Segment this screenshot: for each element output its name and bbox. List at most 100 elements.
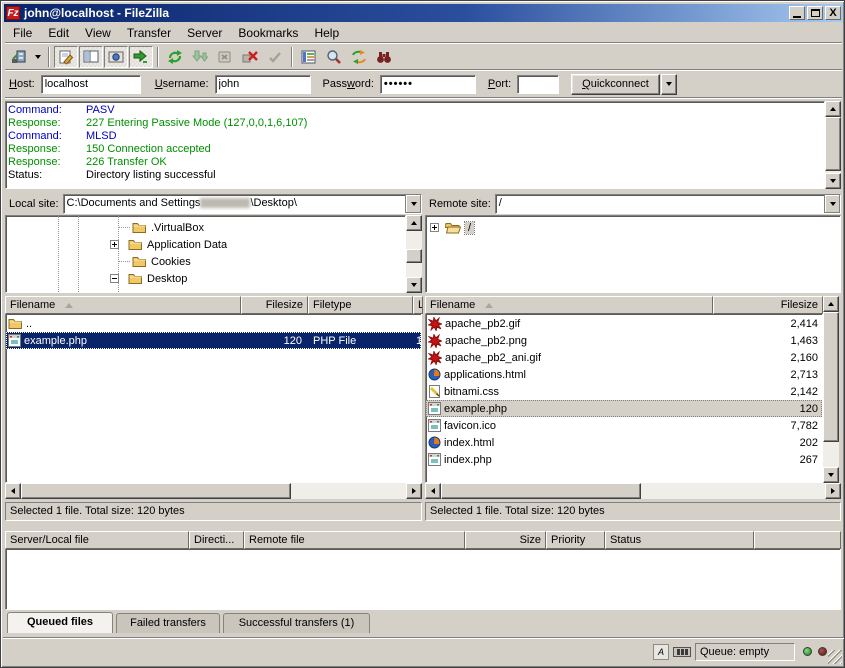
remote-file-row[interactable]: favicon.ico 7,782	[426, 417, 822, 434]
log-scrollbar[interactable]	[825, 101, 841, 189]
menu-view[interactable]: View	[77, 24, 119, 42]
scroll-right-button[interactable]	[406, 483, 422, 499]
menu-bookmarks[interactable]: Bookmarks	[230, 24, 306, 42]
remote-site-dropdown-button[interactable]	[824, 195, 840, 213]
queue-column-status[interactable]: Status	[605, 531, 754, 549]
synchronized-browsing-button[interactable]	[347, 46, 371, 68]
remote-list-scrollbar[interactable]	[823, 296, 839, 483]
process-queue-button[interactable]	[188, 46, 212, 68]
local-site-dropdown-button[interactable]	[405, 195, 421, 213]
remote-file-row[interactable]: apache_pb2_ani.gif 2,160	[426, 349, 822, 366]
queue-column-direction[interactable]: Directi...	[189, 531, 244, 549]
scroll-thumb[interactable]	[406, 249, 422, 263]
scroll-up-button[interactable]	[406, 215, 422, 231]
remote-column-filesize[interactable]: Filesize	[713, 296, 823, 314]
remote-file-row[interactable]: apache_pb2.png 1,463	[426, 332, 822, 349]
remote-column-filename[interactable]: Filename	[425, 296, 713, 314]
scroll-track[interactable]	[291, 483, 406, 499]
local-column-filesize[interactable]: Filesize	[241, 296, 308, 314]
menu-transfer[interactable]: Transfer	[119, 24, 179, 42]
queue-column-priority[interactable]: Priority	[546, 531, 605, 549]
tree-item-virtualbox[interactable]: .VirtualBox	[114, 219, 204, 236]
tree-item-application-data[interactable]: Application Data	[110, 236, 227, 253]
scroll-track[interactable]	[641, 483, 825, 499]
scroll-thumb[interactable]	[21, 483, 291, 499]
scroll-thumb[interactable]	[441, 483, 641, 499]
remote-file-row[interactable]: applications.html 2,713	[426, 366, 822, 383]
find-files-button[interactable]	[372, 46, 396, 68]
quickconnect-button[interactable]: Quickconnect	[571, 74, 660, 95]
local-column-lastmodified[interactable]: L	[413, 296, 423, 314]
quickconnect-dropdown-button[interactable]	[661, 74, 677, 95]
local-column-filename[interactable]: Filename	[5, 296, 241, 314]
remote-file-row[interactable]: apache_pb2.gif 2,414	[426, 315, 822, 332]
resize-grip[interactable]	[828, 650, 842, 664]
toggle-transfer-queue-button[interactable]	[104, 46, 128, 68]
local-list-hscrollbar[interactable]	[5, 483, 422, 499]
tree-item-cookies[interactable]: Cookies	[114, 253, 191, 270]
expand-icon[interactable]	[430, 223, 439, 232]
local-file-list[interactable]: .. example.php 120 PHP File 1	[5, 314, 422, 483]
scroll-thumb[interactable]	[823, 312, 839, 442]
close-button[interactable]: X	[825, 6, 841, 20]
expand-icon[interactable]	[110, 240, 119, 249]
site-manager-dropdown-button[interactable]	[32, 46, 44, 68]
local-column-filetype[interactable]: Filetype	[308, 296, 413, 314]
maximize-button[interactable]	[807, 6, 823, 20]
remote-file-list[interactable]: apache_pb2.gif 2,414 apache_pb2.png 1,46…	[425, 314, 823, 483]
local-file-row-parent[interactable]: ..	[6, 315, 421, 332]
collapse-icon[interactable]	[110, 274, 119, 283]
directory-comparison-button[interactable]	[322, 46, 346, 68]
menu-file[interactable]: File	[5, 24, 40, 42]
toggle-message-log-button[interactable]	[54, 46, 78, 68]
remote-file-row-selected[interactable]: example.php 120	[426, 400, 822, 417]
host-input[interactable]	[41, 75, 141, 94]
scroll-down-button[interactable]	[406, 277, 422, 293]
local-tree-scrollbar[interactable]	[406, 215, 422, 293]
title-bar[interactable]: Fz john@localhost - FileZilla X	[4, 4, 843, 22]
remote-list-hscrollbar[interactable]	[425, 483, 841, 499]
cancel-operation-button[interactable]	[213, 46, 237, 68]
remote-file-row[interactable]: index.html 202	[426, 434, 822, 451]
scroll-thumb[interactable]	[825, 117, 841, 171]
toggle-directory-trees-button[interactable]	[79, 46, 103, 68]
minimize-button[interactable]	[789, 6, 805, 20]
remote-directory-tree[interactable]: /	[425, 215, 841, 293]
directory-listing-filters-button[interactable]	[297, 46, 321, 68]
tree-item-root[interactable]: /	[430, 219, 474, 236]
scroll-right-button[interactable]	[825, 483, 841, 499]
site-manager-button[interactable]	[7, 46, 31, 68]
remote-file-row[interactable]: index.php 267	[426, 451, 822, 468]
disconnect-button[interactable]	[238, 46, 262, 68]
queue-list[interactable]	[5, 549, 841, 610]
queue-column-size[interactable]: Size	[465, 531, 546, 549]
queue-column-remote-file[interactable]: Remote file	[244, 531, 465, 549]
speed-limit-icon[interactable]	[673, 647, 691, 657]
refresh-button[interactable]	[163, 46, 187, 68]
transfer-type-indicator-icon[interactable]: A	[653, 644, 669, 660]
queue-column-server-local-file[interactable]: Server/Local file	[5, 531, 189, 549]
username-input[interactable]	[215, 75, 311, 94]
remote-site-combo[interactable]: /	[495, 194, 841, 214]
tab-queued-files[interactable]: Queued files	[7, 612, 113, 633]
menu-help[interactable]: Help	[306, 24, 347, 42]
reconnect-button[interactable]	[263, 46, 287, 68]
tab-failed-transfers[interactable]: Failed transfers	[116, 613, 220, 633]
scroll-up-button[interactable]	[823, 296, 839, 312]
tab-successful-transfers[interactable]: Successful transfers (1)	[223, 613, 370, 633]
scroll-down-button[interactable]	[825, 173, 841, 189]
port-input[interactable]	[517, 75, 559, 94]
remote-file-row[interactable]: bitnami.css 2,142	[426, 383, 822, 400]
menu-server[interactable]: Server	[179, 24, 230, 42]
scroll-left-button[interactable]	[5, 483, 21, 499]
menu-edit[interactable]: Edit	[40, 24, 77, 42]
toggle-local-remote-panes-button[interactable]	[129, 46, 153, 68]
local-site-combo[interactable]: C:\Documents and Settings\Desktop\	[63, 194, 422, 214]
scroll-left-button[interactable]	[425, 483, 441, 499]
scroll-up-button[interactable]	[825, 101, 841, 117]
tree-item-desktop[interactable]: Desktop	[110, 270, 187, 287]
password-input[interactable]	[380, 75, 476, 94]
local-directory-tree[interactable]: .VirtualBox Application Data Cookies Des…	[5, 215, 406, 293]
local-file-row-example-php[interactable]: example.php 120 PHP File 1	[6, 332, 421, 349]
scroll-down-button[interactable]	[823, 467, 839, 483]
